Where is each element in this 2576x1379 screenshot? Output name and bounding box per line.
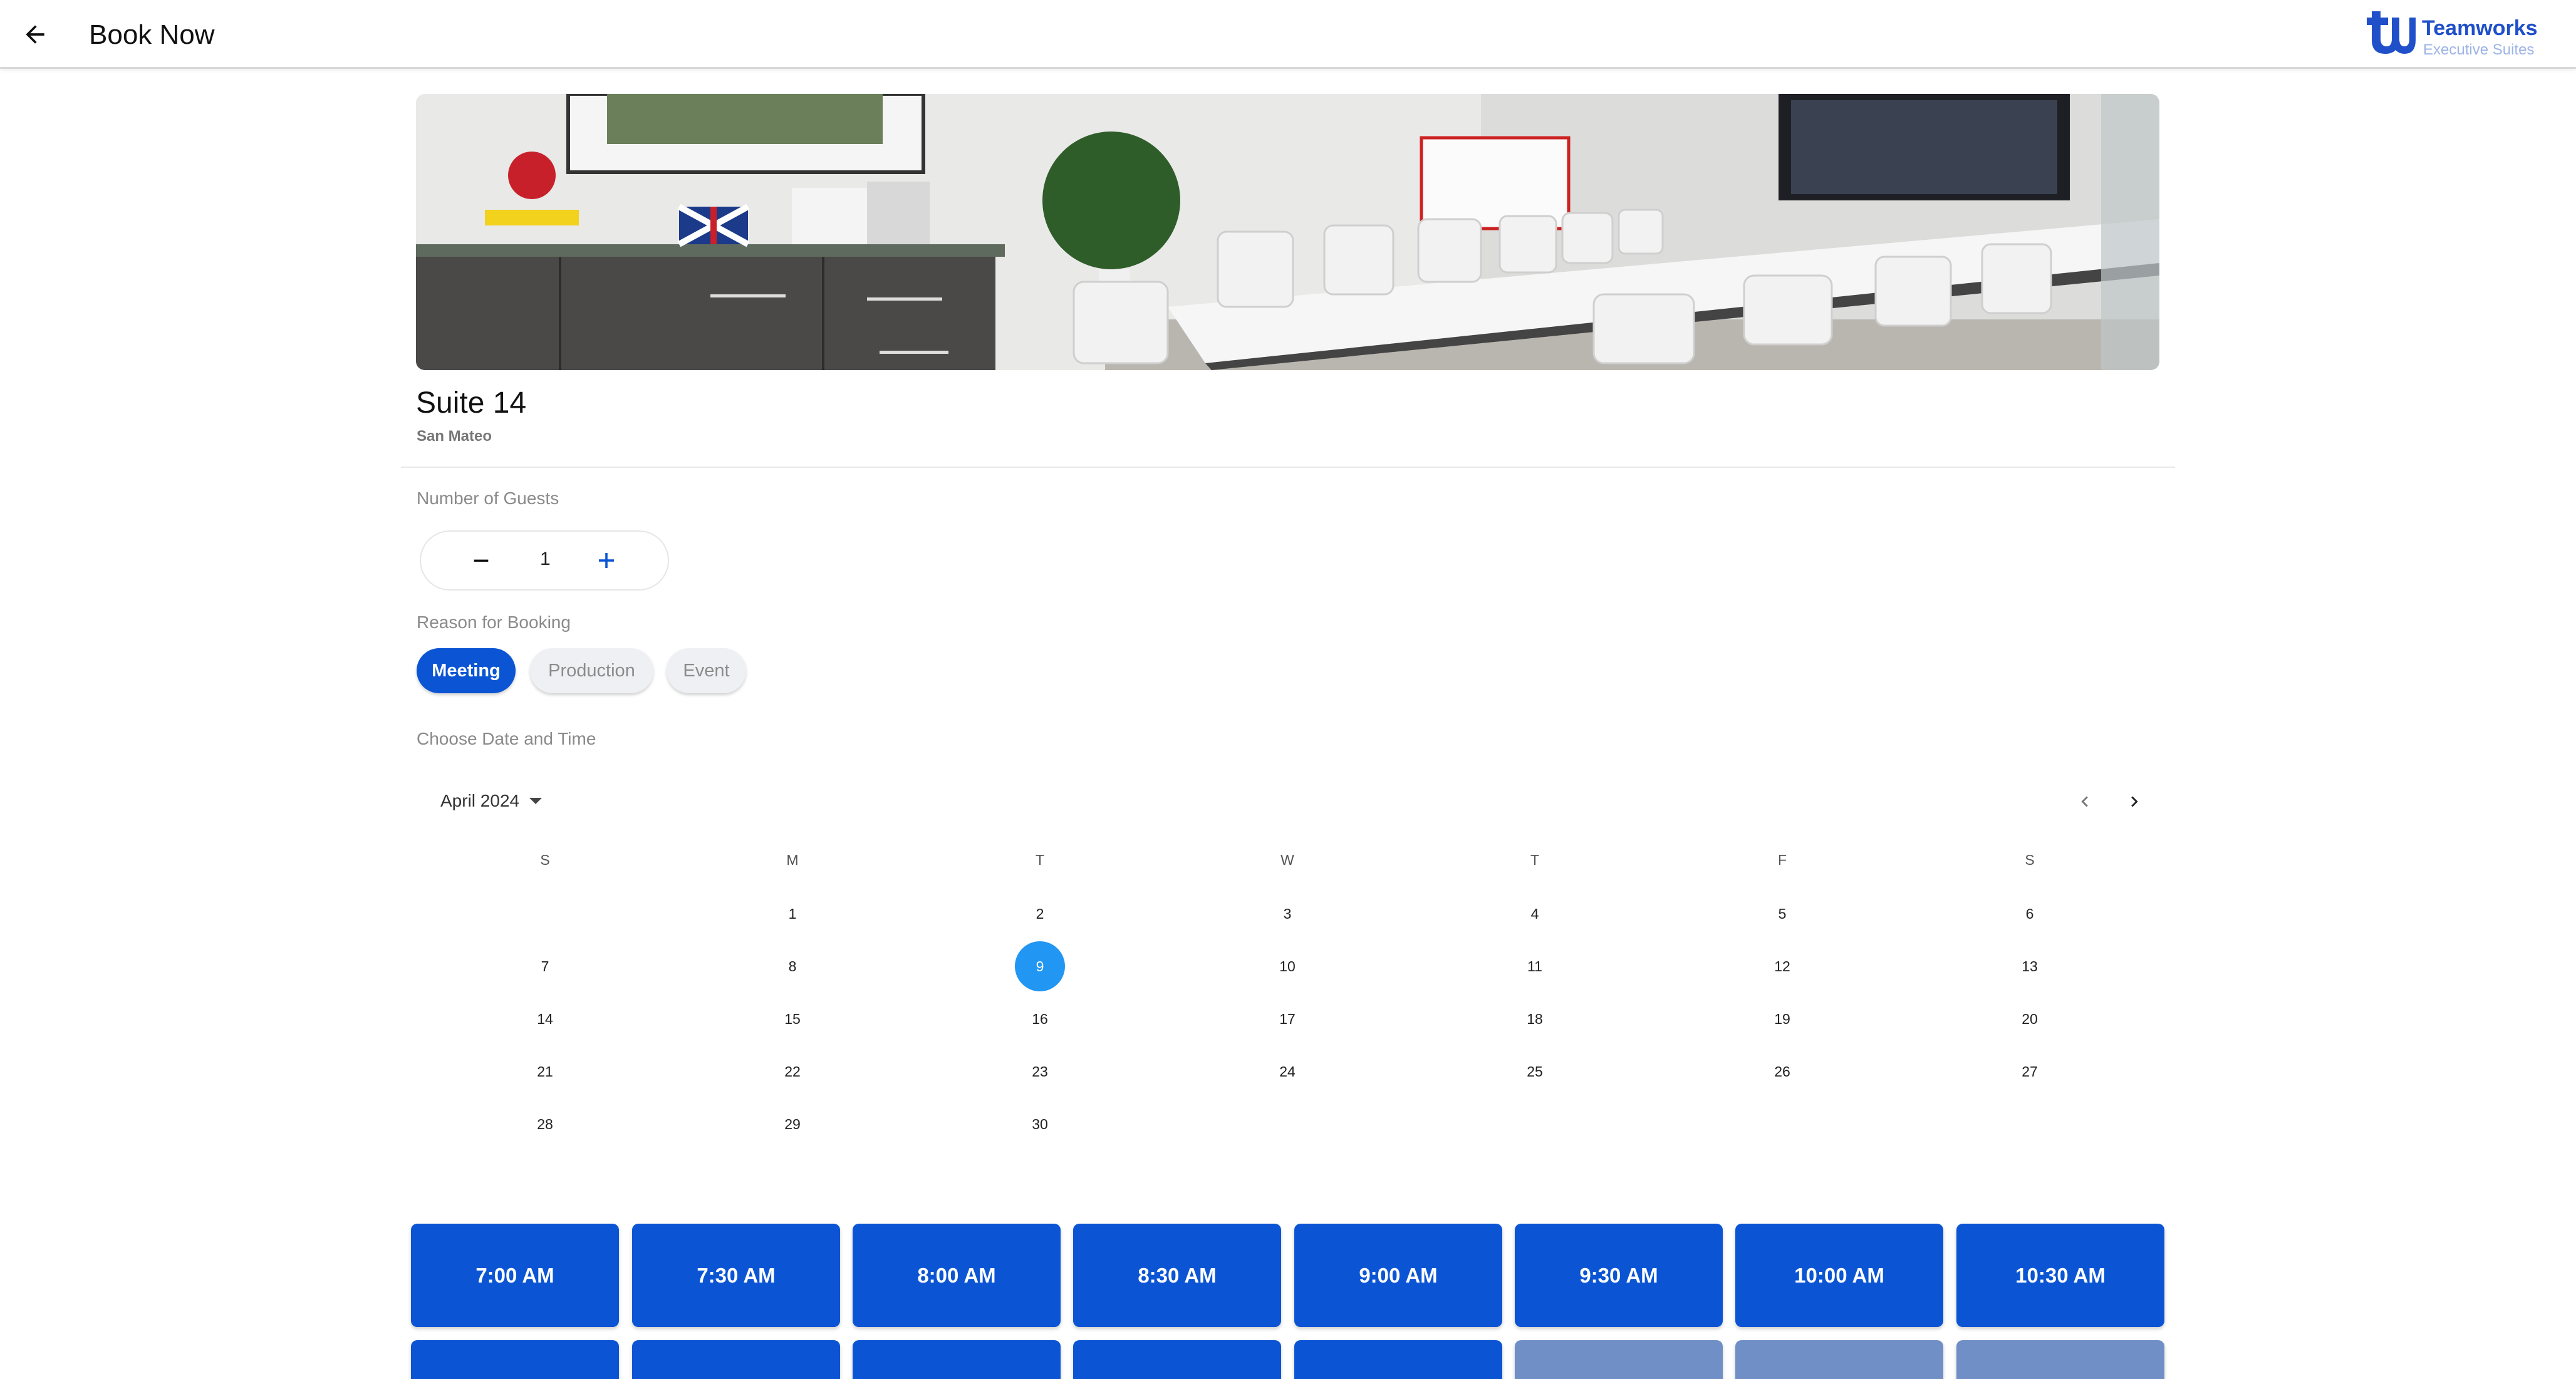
time-slot-button[interactable]: [632, 1340, 840, 1379]
calendar-day[interactable]: 30: [1015, 1099, 1065, 1149]
calendar-day[interactable]: 2: [1015, 889, 1065, 939]
weekday-header: F: [1777, 852, 1787, 868]
month-year-label: April 2024: [440, 791, 520, 810]
time-slot-button-unavailable: [1515, 1340, 1723, 1379]
time-slot-button[interactable]: 7:00 AM: [411, 1224, 619, 1327]
calendar-day[interactable]: 4: [1510, 889, 1560, 939]
calendar-day[interactable]: 28: [520, 1099, 570, 1149]
calendar-day[interactable]: 26: [1757, 1046, 1807, 1097]
calendar-day[interactable]: 19: [1757, 994, 1807, 1044]
calendar-day[interactable]: 14: [520, 994, 570, 1044]
time-slot-button[interactable]: 10:30 AM: [1956, 1224, 2164, 1327]
back-button[interactable]: [16, 16, 54, 53]
calendar-day[interactable]: 23: [1015, 1046, 1065, 1097]
calendar-day[interactable]: 10: [1262, 941, 1312, 991]
calendar-day-selected[interactable]: 9: [1015, 941, 1065, 991]
suite-location: San Mateo: [417, 428, 492, 445]
calendar-day[interactable]: 24: [1262, 1046, 1312, 1097]
guests-count: 1: [540, 549, 551, 569]
time-slot-button[interactable]: [411, 1340, 619, 1379]
time-slot-button[interactable]: 9:30 AM: [1515, 1224, 1723, 1327]
calendar-day[interactable]: 5: [1757, 889, 1807, 939]
calendar-day[interactable]: 3: [1262, 889, 1312, 939]
calendar-day[interactable]: 29: [767, 1099, 818, 1149]
logo-subtitle: Executive Suites: [2423, 41, 2535, 58]
reason-label: Reason for Booking: [417, 612, 571, 632]
weekday-header: S: [540, 852, 550, 868]
minus-icon: [474, 559, 489, 562]
plus-icon: [599, 553, 614, 568]
calendar-day[interactable]: 21: [520, 1046, 570, 1097]
weekday-header: T: [1530, 852, 1540, 868]
calendar-day[interactable]: 18: [1510, 994, 1560, 1044]
logo-name: Teamworks: [2422, 16, 2538, 40]
calendar-day[interactable]: 12: [1757, 941, 1807, 991]
calendar-day[interactable]: 8: [767, 941, 818, 991]
suite-photo: [416, 94, 2159, 370]
time-slot-button[interactable]: [1073, 1340, 1281, 1379]
teamworks-logo-icon: [2367, 11, 2416, 54]
calendar-day[interactable]: 25: [1510, 1046, 1560, 1097]
weekday-header: S: [2025, 852, 2035, 868]
calendar-day[interactable]: 16: [1015, 994, 1065, 1044]
calendar-day[interactable]: 27: [2005, 1046, 2055, 1097]
time-slot-button[interactable]: 8:00 AM: [853, 1224, 1061, 1327]
teamworks-logo[interactable]: Teamworks Executive Suites: [2363, 9, 2538, 59]
calendar-day[interactable]: 11: [1510, 941, 1560, 991]
chevron-right-icon: [2131, 796, 2138, 807]
reason-chip-production[interactable]: Production: [530, 648, 653, 693]
caret-down-icon: [529, 798, 543, 804]
time-slot-button[interactable]: 10:00 AM: [1735, 1224, 1943, 1327]
top-app-bar: Book Now Teamworks Executive Suites: [0, 0, 2576, 69]
weekday-header: M: [786, 852, 799, 868]
calendar-day[interactable]: 1: [767, 889, 818, 939]
decrement-guests-button[interactable]: [462, 542, 500, 579]
time-slot-button-unavailable: [1735, 1340, 1943, 1379]
calendar-day[interactable]: 6: [2005, 889, 2055, 939]
increment-guests-button[interactable]: [588, 542, 625, 579]
previous-month-button[interactable]: [2069, 786, 2101, 817]
calendar-day[interactable]: 17: [1262, 994, 1312, 1044]
suite-name: Suite 14: [416, 386, 527, 420]
time-slot-button[interactable]: [853, 1340, 1061, 1379]
time-slot-button[interactable]: 8:30 AM: [1073, 1224, 1281, 1327]
time-slot-button[interactable]: 9:00 AM: [1294, 1224, 1502, 1327]
date-time-label: Choose Date and Time: [417, 729, 596, 748]
next-month-button[interactable]: [2119, 786, 2150, 817]
reason-chip-meeting[interactable]: Meeting: [417, 648, 516, 693]
guests-label: Number of Guests: [417, 488, 559, 508]
chevron-left-icon: [2081, 796, 2088, 807]
time-slot-button[interactable]: 7:30 AM: [632, 1224, 840, 1327]
weekday-header: W: [1280, 852, 1294, 868]
weekday-header: T: [1035, 852, 1045, 868]
calendar-day[interactable]: 22: [767, 1046, 818, 1097]
calendar-day[interactable]: 13: [2005, 941, 2055, 991]
reason-chip-event[interactable]: Event: [667, 648, 746, 693]
calendar-day[interactable]: 20: [2005, 994, 2055, 1044]
time-slot-button[interactable]: [1294, 1340, 1502, 1379]
time-slot-button-unavailable: [1956, 1340, 2164, 1379]
arrow-left-icon: [26, 25, 44, 44]
section-divider: [401, 467, 2175, 468]
calendar-day[interactable]: 15: [767, 994, 818, 1044]
calendar-day[interactable]: 7: [520, 941, 570, 991]
month-year-selector[interactable]: April 2024: [440, 791, 543, 811]
page-title: Book Now: [89, 19, 215, 50]
